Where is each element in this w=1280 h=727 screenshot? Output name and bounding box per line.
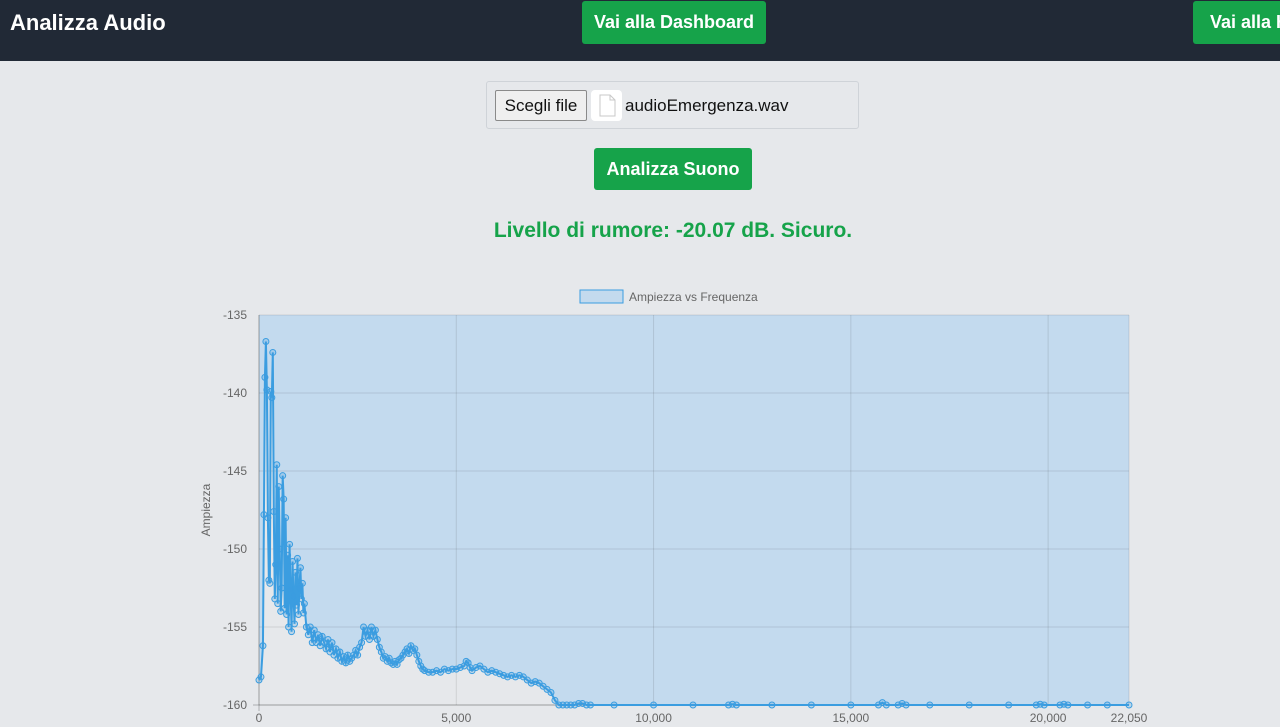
data-point — [354, 651, 362, 659]
data-point — [278, 584, 286, 592]
data-point — [304, 631, 312, 639]
legend-swatch — [579, 289, 624, 304]
x-tick-label: 20,000 — [1030, 711, 1067, 725]
data-point — [547, 689, 555, 697]
app-title: Analizza Audio — [10, 10, 166, 35]
data-point — [288, 628, 296, 636]
x-tick-label: 0 — [256, 711, 263, 725]
y-tick-label: -155 — [223, 620, 247, 634]
data-point — [273, 461, 281, 469]
data-point — [269, 348, 277, 356]
data-point — [847, 701, 855, 709]
data-point — [268, 394, 276, 402]
y-tick-label: -150 — [223, 542, 247, 556]
data-point — [270, 508, 278, 516]
data-point — [807, 701, 815, 709]
data-point — [1040, 701, 1048, 709]
data-point — [291, 620, 299, 628]
data-point — [328, 639, 336, 647]
data-point — [1005, 701, 1013, 709]
data-point — [411, 645, 419, 653]
data-point — [272, 561, 280, 569]
file-icon — [591, 90, 622, 121]
choose-file-button[interactable]: Scegli file — [495, 90, 587, 121]
file-upload-field[interactable]: Scegli file audioEmergenza.wav — [486, 81, 859, 129]
data-point — [300, 600, 308, 608]
data-point — [1103, 701, 1111, 709]
data-point — [965, 701, 973, 709]
data-point — [290, 592, 298, 600]
data-point — [292, 568, 299, 576]
amplitude-frequency-chart: -135 -140 -145 -150 -155 -160 0 5,000 10,000 15,0… — [199, 289, 1148, 725]
data-point — [286, 540, 294, 548]
data-point — [274, 600, 282, 608]
x-tick-label: 5,000 — [441, 711, 471, 725]
data-point — [284, 551, 292, 559]
data-point — [373, 635, 381, 643]
y-tick-label: -140 — [223, 386, 247, 400]
data-point — [264, 514, 272, 522]
data-point — [279, 472, 287, 480]
data-point — [610, 701, 618, 709]
x-tick-label: 15,000 — [832, 711, 869, 725]
data-point — [902, 701, 910, 709]
data-point — [257, 673, 265, 681]
data-point — [1125, 701, 1133, 709]
noise-level-result: Livello di rumore: -20.07 dB. Sicuro. — [493, 219, 853, 242]
data-point — [275, 483, 283, 491]
data-point — [259, 642, 267, 650]
y-tick-label: -135 — [223, 308, 247, 322]
data-point — [689, 701, 697, 709]
data-point — [282, 514, 290, 522]
data-point — [1064, 701, 1072, 709]
data-point — [732, 701, 740, 709]
y-tick-label: -160 — [223, 698, 247, 712]
data-point — [371, 626, 379, 634]
y-tick-label: -145 — [223, 464, 247, 478]
home-button[interactable]: Vai alla Home — [1193, 1, 1280, 44]
data-point — [926, 701, 934, 709]
data-point — [768, 701, 776, 709]
data-point — [358, 639, 366, 647]
x-tick-label: 10,000 — [635, 711, 672, 725]
data-point — [292, 601, 300, 609]
analyze-sound-button[interactable]: Analizza Suono — [594, 148, 752, 190]
data-point — [276, 545, 284, 553]
y-axis-title: Ampiezza — [199, 483, 213, 536]
data-point — [283, 611, 291, 619]
data-point — [267, 387, 275, 395]
data-point — [280, 495, 288, 503]
data-point — [262, 338, 270, 346]
x-tick-label: 22,050 — [1111, 711, 1148, 725]
chart-area-fill — [259, 315, 1129, 705]
data-point — [261, 373, 269, 381]
data-point — [287, 586, 295, 594]
data-point — [882, 701, 890, 709]
data-point — [296, 564, 304, 572]
app-header: Analizza Audio Vai alla Dashboard Vai al… — [0, 0, 1280, 61]
dashboard-button[interactable]: Vai alla Dashboard — [582, 1, 766, 44]
legend-label: Ampiezza vs Frequenza — [629, 290, 758, 304]
selected-file-name: audioEmergenza.wav — [625, 96, 789, 115]
data-point — [318, 632, 326, 640]
data-point — [413, 651, 421, 659]
data-point — [266, 579, 274, 587]
data-point — [298, 579, 306, 587]
data-point — [299, 609, 307, 617]
data-point — [650, 701, 658, 709]
data-point — [281, 604, 289, 612]
data-point — [1084, 701, 1092, 709]
data-point — [293, 554, 301, 562]
data-point — [586, 701, 594, 709]
